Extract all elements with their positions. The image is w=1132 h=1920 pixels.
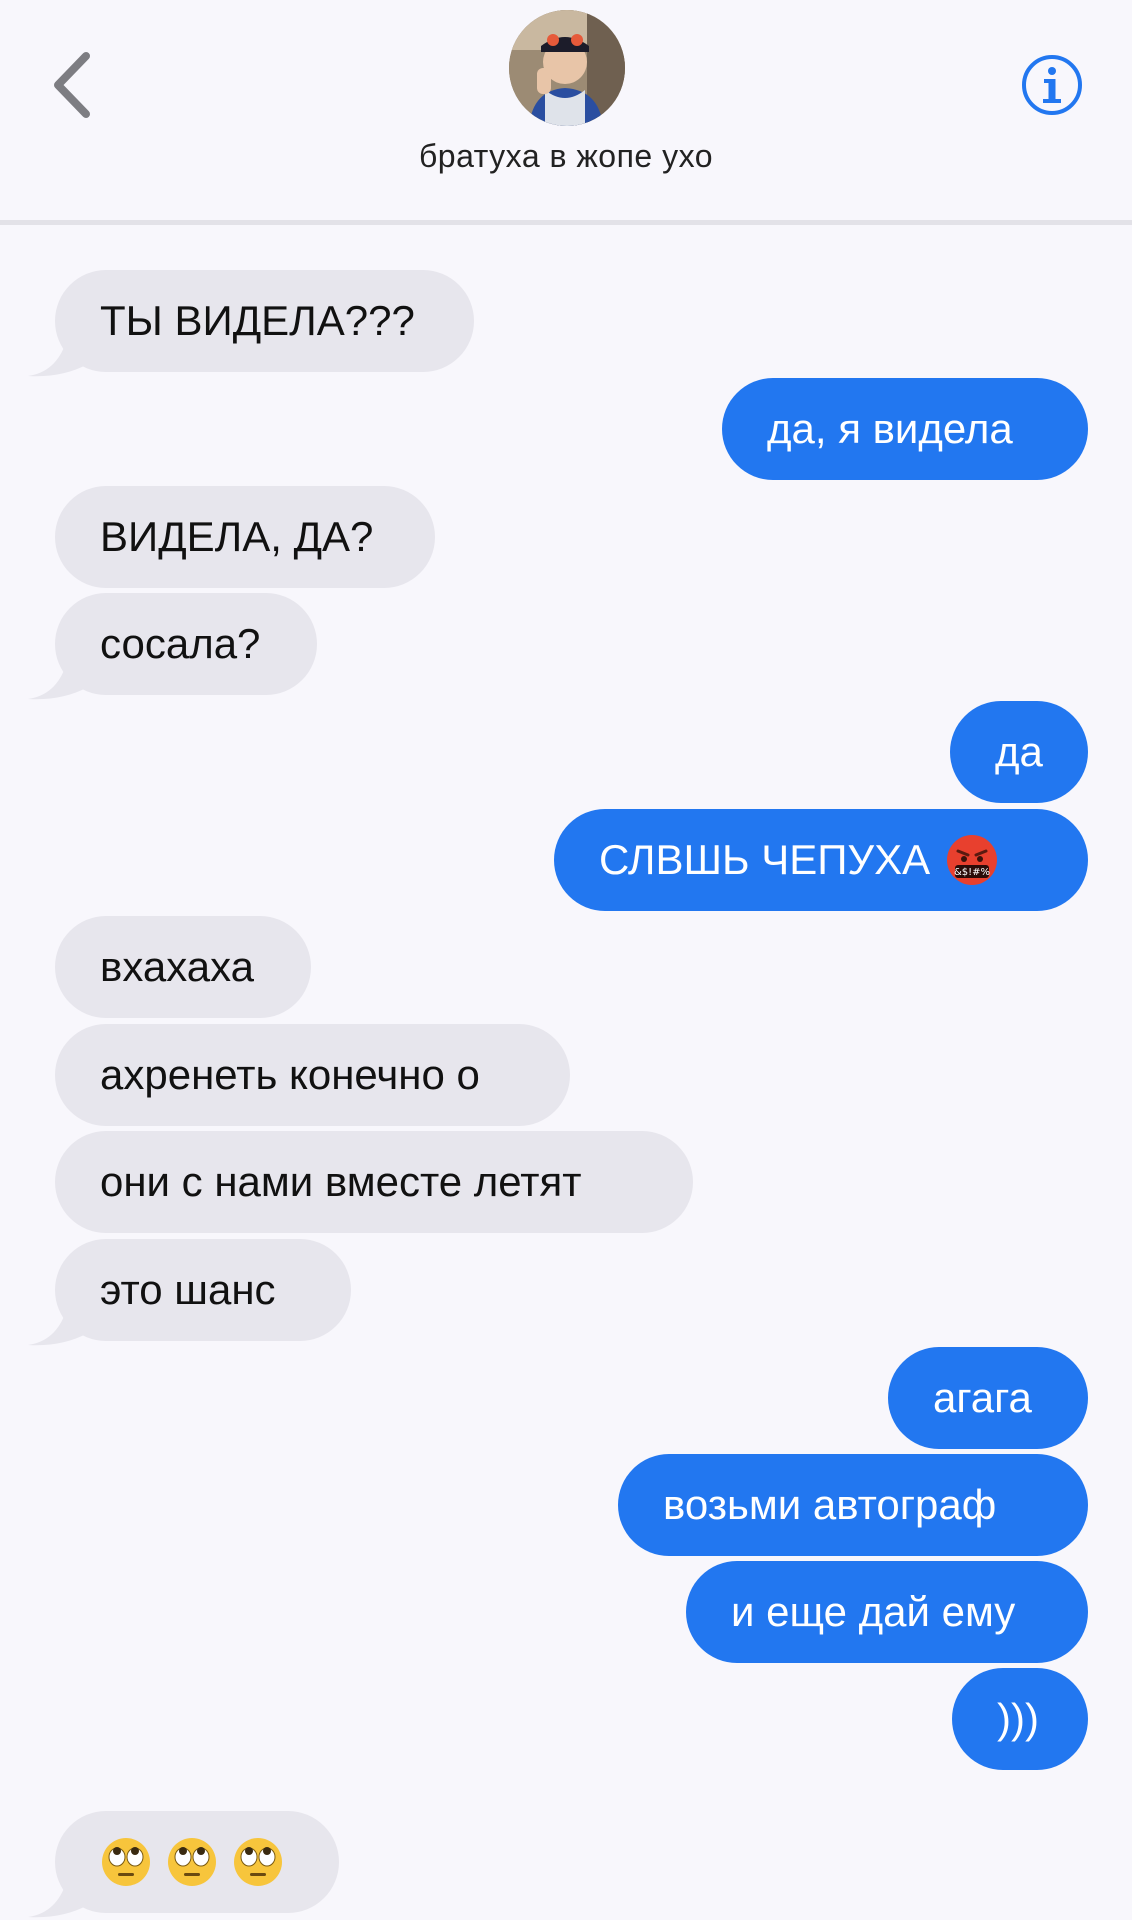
message-text: возьми автограф: [663, 1481, 997, 1528]
bubble-tail: [28, 655, 88, 700]
message-text: сосала?: [100, 620, 261, 667]
outgoing-message[interactable]: и еще дай ему: [686, 1561, 1088, 1663]
conversation-header: братуха в жопе ухо: [0, 0, 1132, 222]
message-thread[interactable]: ТЫ ВИДЕЛА??? да, я видела ВИДЕЛА, ДА? со…: [0, 225, 1132, 1920]
contact-name[interactable]: братуха в жопе ухо: [0, 138, 1132, 175]
messages-screen: братуха в жопе ухо ТЫ ВИДЕЛА??? да, я ви…: [0, 0, 1132, 1920]
incoming-message[interactable]: [55, 1811, 339, 1913]
outgoing-message[interactable]: возьми автограф: [618, 1454, 1088, 1556]
back-button[interactable]: [48, 48, 104, 122]
message-text: ТЫ ВИДЕЛА???: [100, 297, 415, 344]
outgoing-message[interactable]: СЛВШЬ ЧЕПУХА &$!#%: [554, 809, 1088, 911]
info-button[interactable]: [1020, 53, 1084, 117]
message-text: и еще дай ему: [731, 1588, 1016, 1635]
bubble-tail: [28, 1873, 88, 1918]
incoming-message[interactable]: ахренеть конечно о: [55, 1024, 570, 1126]
avatar-photo: [509, 10, 625, 126]
message-text: ахренеть конечно о: [100, 1051, 480, 1098]
outgoing-message[interactable]: ))): [952, 1668, 1088, 1770]
message-text: это шанс: [100, 1266, 276, 1313]
face-with-rolling-eyes-icon: [102, 1838, 150, 1886]
outgoing-message[interactable]: да, я видела: [722, 378, 1088, 480]
face-with-rolling-eyes-icon: [234, 1838, 282, 1886]
message-text: да, я видела: [767, 405, 1013, 452]
message-text: ВИДЕЛА, ДА?: [100, 513, 374, 560]
face-with-symbols-icon: &$!#%: [947, 835, 998, 885]
message-text: ))): [997, 1695, 1039, 1742]
message-text: вхахаха: [100, 943, 254, 990]
message-text: да: [995, 728, 1043, 775]
face-with-rolling-eyes-icon: [168, 1838, 216, 1886]
outgoing-message[interactable]: да: [950, 701, 1088, 803]
message-text: СЛВШЬ ЧЕПУХА: [599, 836, 931, 883]
chevron-left-icon: [54, 52, 90, 118]
message-text: агага: [933, 1374, 1032, 1421]
bubble-tail: [28, 1301, 88, 1346]
bubble-tail: [28, 332, 88, 377]
message-text: они с нами вместе летят: [100, 1158, 582, 1205]
incoming-message[interactable]: они с нами вместе летят: [55, 1131, 693, 1233]
contact-avatar[interactable]: [509, 10, 625, 126]
info-circle-icon: [1022, 55, 1082, 115]
incoming-message[interactable]: ВИДЕЛА, ДА?: [55, 486, 435, 588]
outgoing-message[interactable]: агага: [888, 1347, 1088, 1449]
svg-text:&$!#%: &$!#%: [954, 867, 990, 878]
incoming-message[interactable]: сосала?: [55, 593, 317, 695]
incoming-message[interactable]: ТЫ ВИДЕЛА???: [55, 270, 474, 372]
incoming-message[interactable]: вхахаха: [55, 916, 311, 1018]
incoming-message[interactable]: это шанс: [55, 1239, 351, 1341]
